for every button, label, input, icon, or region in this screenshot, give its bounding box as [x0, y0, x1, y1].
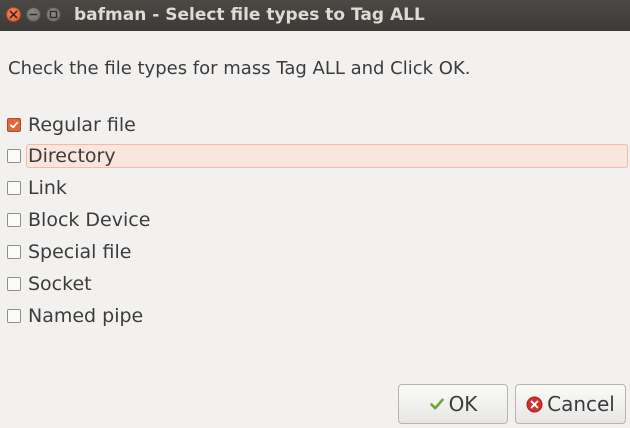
checkbox-block-device[interactable]	[7, 213, 21, 227]
option-label: Link	[28, 177, 67, 199]
option-socket[interactable]: Socket	[6, 271, 628, 297]
option-label: Regular file	[28, 114, 136, 136]
checkbox-directory[interactable]	[7, 149, 21, 163]
option-block-device[interactable]: Block Device	[6, 207, 628, 233]
checkbox-named-pipe[interactable]	[7, 309, 21, 323]
ok-button-label: OK	[448, 392, 478, 416]
window-maximize-button[interactable]	[46, 7, 61, 22]
ok-button[interactable]: OK	[398, 384, 508, 424]
window-minimize-button[interactable]	[26, 7, 41, 22]
option-label: Socket	[28, 273, 92, 295]
instruction-text: Check the file types for mass Tag ALL an…	[8, 58, 471, 79]
checkmark-icon	[9, 121, 19, 129]
option-named-pipe[interactable]: Named pipe	[6, 303, 628, 329]
title-bar: bafman - Select file types to Tag ALL	[0, 0, 630, 31]
cancel-icon	[526, 396, 543, 413]
checkbox-special-file[interactable]	[7, 245, 21, 259]
option-regular-file[interactable]: Regular file	[6, 112, 628, 138]
cancel-button-label: Cancel	[547, 392, 615, 416]
option-special-file[interactable]: Special file	[6, 239, 628, 265]
checkbox-link[interactable]	[7, 181, 21, 195]
window-title: bafman - Select file types to Tag ALL	[74, 5, 425, 25]
option-label: Block Device	[28, 209, 151, 231]
checkmark-icon	[429, 396, 445, 412]
option-label: Named pipe	[28, 305, 144, 327]
option-label: Directory	[28, 145, 116, 167]
minimize-icon	[29, 13, 38, 16]
maximize-icon	[49, 10, 58, 19]
option-link[interactable]: Link	[6, 175, 628, 201]
checkbox-regular-file[interactable]	[7, 118, 21, 132]
option-label: Special file	[28, 241, 132, 263]
window-close-button[interactable]	[6, 7, 21, 22]
close-icon	[9, 10, 18, 19]
cancel-button[interactable]: Cancel	[515, 384, 626, 424]
checkbox-socket[interactable]	[7, 277, 21, 291]
option-directory[interactable]: Directory	[6, 143, 628, 169]
